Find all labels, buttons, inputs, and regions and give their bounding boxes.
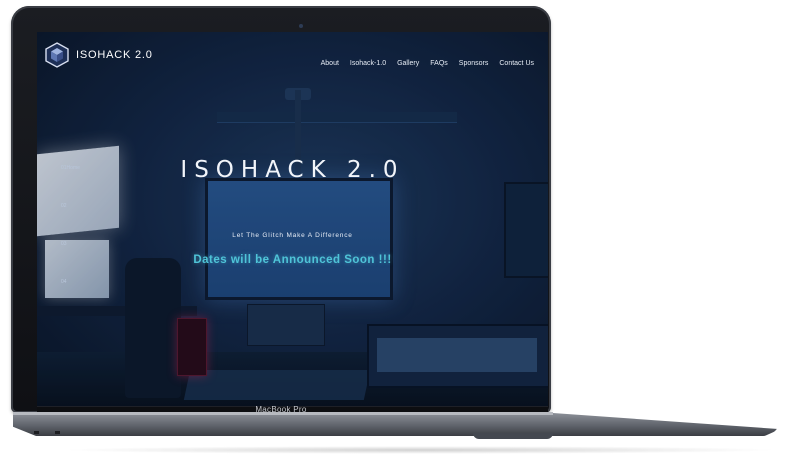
hero-title: ISOHACK 2.0 bbox=[180, 157, 405, 183]
laptop-base bbox=[13, 413, 780, 436]
camera-icon bbox=[299, 24, 303, 28]
laptop-hinge bbox=[13, 412, 553, 415]
hero-tagline: Let The Glitch Make A Difference bbox=[232, 232, 353, 239]
nav-about-link[interactable]: About bbox=[321, 60, 339, 67]
nav-links: About Isohack-1.0 Gallery FAQs Sponsors … bbox=[321, 60, 534, 67]
usb-ports bbox=[34, 431, 60, 434]
site-navbar: ISOHACK 2.0 About Isohack-1.0 Gallery FA… bbox=[37, 32, 548, 76]
dates-announcement: Dates will be Announced Soon !!! bbox=[193, 254, 392, 266]
nav-isohack1-link[interactable]: Isohack-1.0 bbox=[350, 60, 386, 67]
site-logo-text[interactable]: ISOHACK 2.0 bbox=[76, 49, 153, 61]
background-overlay bbox=[37, 32, 548, 406]
section-indicator-02[interactable]: 02 bbox=[61, 187, 80, 225]
laptop-lid-notch bbox=[473, 433, 553, 439]
laptop-lid: ISOHACK 2.0 About Isohack-1.0 Gallery FA… bbox=[11, 6, 551, 419]
nav-gallery-link[interactable]: Gallery bbox=[397, 60, 419, 67]
hexagon-cube-logo-icon[interactable] bbox=[45, 42, 69, 68]
nav-faqs-link[interactable]: FAQs bbox=[430, 60, 448, 67]
laptop-shadow bbox=[60, 446, 780, 454]
laptop-screen: ISOHACK 2.0 About Isohack-1.0 Gallery FA… bbox=[37, 32, 548, 406]
nav-contact-link[interactable]: Contact Us bbox=[499, 60, 534, 67]
nav-sponsors-link[interactable]: Sponsors bbox=[459, 60, 489, 67]
section-indicator-04[interactable]: 04 bbox=[61, 263, 80, 301]
